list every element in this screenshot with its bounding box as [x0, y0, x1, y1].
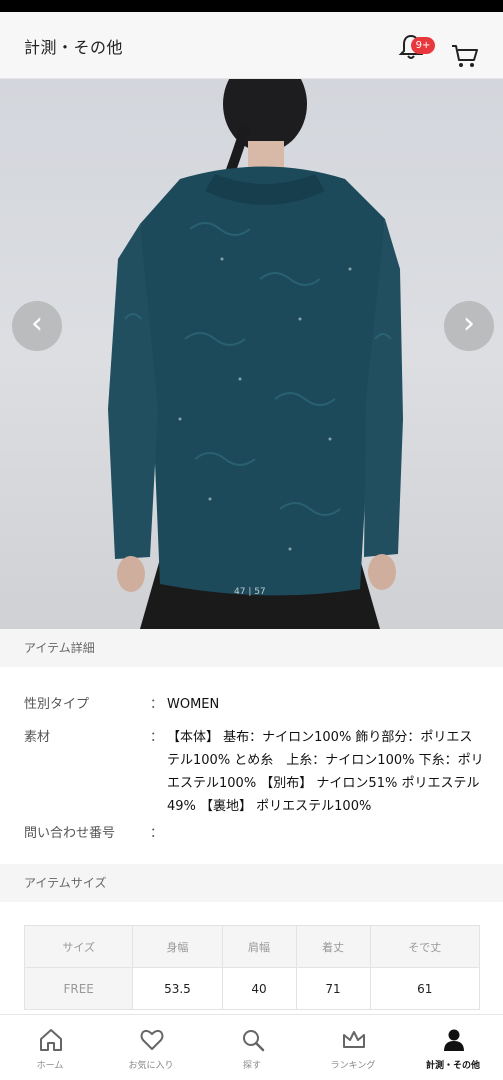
table-header-cell: そで丈	[369, 925, 481, 968]
table-cell: 71	[295, 967, 371, 1010]
nav-label: 探す	[242, 1061, 261, 1071]
table-header-cell: 着丈	[295, 925, 371, 968]
product-image[interactable]: ‹ › 47 | 57	[0, 79, 503, 629]
item-details-heading: アイテム詳細	[0, 629, 503, 667]
detail-label: 問い合わせ番号	[24, 826, 116, 841]
model-photo	[108, 79, 403, 629]
status-bar	[0, 0, 503, 12]
cart-icon[interactable]	[450, 42, 480, 72]
table-header-cell: 身幅	[132, 925, 223, 968]
item-size-heading: アイテムサイズ	[0, 864, 503, 902]
detail-value: 【本体】 基布：ナイロン100% 飾り部分：ポリエステル100% とめ糸 上糸：…	[167, 730, 484, 814]
nav-label: 計測・その他	[425, 1061, 480, 1071]
image-counter: 47 | 57	[234, 587, 266, 597]
nav-search[interactable]: 探す	[202, 1015, 302, 1080]
home-icon	[40, 1029, 62, 1051]
search-icon	[243, 1030, 265, 1052]
table-cell: 53.5	[132, 967, 223, 1010]
detail-colon: ：	[150, 697, 164, 712]
table-header-row: サイズ 身幅 肩幅 着丈 そで丈	[23, 925, 481, 968]
nav-favorites[interactable]: お気に入り	[101, 1015, 201, 1080]
detail-colon: ：	[150, 826, 164, 841]
detail-value: WOMEN	[167, 697, 220, 712]
heart-icon	[140, 1029, 164, 1050]
nav-home[interactable]: ホーム	[0, 1015, 100, 1080]
notification-badge: 9+	[411, 37, 435, 54]
nav-account[interactable]: 計測・その他	[403, 1015, 503, 1080]
crown-icon	[343, 1031, 365, 1048]
table-cell: 40	[221, 967, 297, 1010]
detail-row-gender: 性別タイプ ： WOMEN	[24, 693, 494, 717]
detail-label: 性別タイプ	[24, 697, 90, 712]
chevron-left-icon[interactable]: ‹	[12, 301, 62, 351]
detail-colon: ：	[150, 730, 164, 745]
nav-ranking[interactable]: ランキング	[303, 1015, 403, 1080]
page-title: 計測・その他	[24, 38, 124, 57]
table-header-cell: サイズ	[23, 925, 134, 968]
nav-label: お気に入り	[128, 1061, 174, 1071]
detail-label: 素材	[24, 730, 51, 745]
person-icon	[444, 1029, 464, 1051]
table-header-cell: 肩幅	[221, 925, 297, 968]
app-header: 計測・その他 9+	[0, 12, 503, 79]
detail-row-material: 素材 ： 【本体】 基布：ナイロン100% 飾り部分：ポリエステル100% とめ…	[24, 726, 494, 818]
nav-label: ランキング	[330, 1061, 376, 1071]
table-cell-size: FREE	[23, 967, 134, 1010]
bottom-nav: ホーム お気に入り 探す ランキング 計測・その他	[0, 1014, 503, 1080]
table-cell: 61	[369, 967, 481, 1010]
detail-row-inquiry: 問い合わせ番号 ：	[24, 822, 494, 846]
nav-label: ホーム	[36, 1061, 64, 1071]
table-row: FREE 53.5 40 71 61	[23, 967, 481, 1010]
size-table: サイズ 身幅 肩幅 着丈 そで丈 FREE 53.5 40 71 61	[23, 925, 481, 1010]
chevron-right-icon[interactable]: ›	[444, 301, 494, 351]
